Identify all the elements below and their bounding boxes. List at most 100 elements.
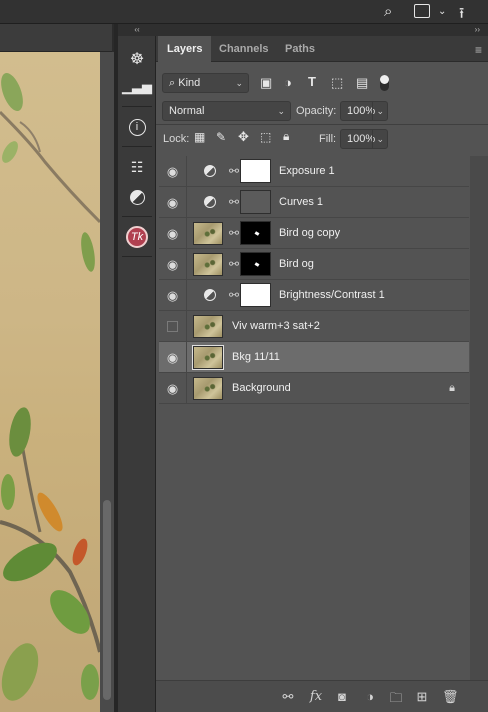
chevron-down-icon: ⌄ [235, 78, 243, 88]
layer-mask-thumbnail[interactable] [240, 221, 271, 245]
lock-move-icon[interactable]: ✥ [238, 129, 249, 145]
layer-thumbnail[interactable] [193, 315, 223, 338]
visibility-toggle-off[interactable] [159, 311, 187, 342]
adjustment-filter-icon[interactable]: ◑ [284, 75, 292, 90]
layer-name[interactable]: Bkg 11/11 [232, 342, 280, 373]
blend-mode-value: Normal [169, 105, 205, 117]
tab-paths[interactable]: Paths [276, 36, 324, 62]
layer-row[interactable]: ◉ ⚯ Curves 1 [159, 187, 469, 218]
layer-row[interactable]: Viv warm+3 sat+2 [159, 311, 469, 342]
opacity-value: 100% [347, 105, 376, 117]
properties-icon[interactable]: ☷ [123, 154, 151, 180]
trash-icon[interactable]: 🗑︎ [442, 689, 459, 705]
layer-row[interactable]: ◉ ⚯ Bird og copy [159, 218, 469, 249]
filter-kind-label: Kind [178, 77, 201, 89]
tab-channels[interactable]: Channels [210, 36, 278, 62]
workspace-icon[interactable] [414, 4, 430, 18]
type-filter-icon[interactable]: T [308, 74, 316, 89]
lock-brush-icon[interactable]: ✎ [216, 130, 226, 144]
fill-field[interactable]: 100% ⌄ [340, 129, 388, 149]
visibility-eye-icon[interactable]: ◉ [159, 187, 187, 218]
histogram-icon[interactable]: ▁▃▅ [122, 74, 152, 100]
info-icon[interactable]: i [123, 114, 151, 140]
tk-icon[interactable]: Tk [123, 224, 151, 250]
layers-action-bar: ⚯ fx ◙ ◑ 🗀︎ ⊞ 🗑︎ [156, 680, 488, 712]
fx-icon[interactable]: fx [308, 689, 324, 704]
lock-all-icon[interactable]: 🔒︎ [283, 129, 289, 144]
collapse-strip-button[interactable]: ‹‹ [118, 24, 156, 36]
chevron-down-icon[interactable]: ⌄ [372, 130, 384, 148]
link-chain-icon[interactable]: ⚯ [229, 164, 239, 178]
new-layer-icon[interactable]: ⊞ [414, 689, 430, 705]
opacity-label: Opacity: [296, 105, 337, 117]
visibility-eye-icon[interactable]: ◉ [159, 280, 187, 311]
strip-divider [122, 106, 152, 107]
search-icon[interactable]: ⌕ [384, 3, 392, 20]
layer-row[interactable]: ◉ ⚯ Exposure 1 [159, 156, 469, 187]
canvas-scroll-thumb[interactable] [103, 500, 111, 700]
visibility-eye-icon[interactable]: ◉ [159, 249, 187, 280]
folder-icon[interactable]: 🗀︎ [388, 689, 404, 711]
adjustments-icon[interactable] [123, 184, 151, 210]
layer-thumbnail[interactable] [192, 345, 224, 370]
layer-row[interactable]: ◉ Background 🔒︎ [159, 373, 469, 404]
lock-transparent-icon[interactable]: ▦ [194, 130, 205, 144]
image-canvas[interactable] [0, 52, 100, 712]
layer-thumbnail[interactable] [193, 253, 223, 276]
layer-name[interactable]: Exposure 1 [279, 156, 335, 187]
filter-kind-dropdown[interactable]: ⌕ Kind ⌄ [162, 73, 249, 93]
layers-empty-area[interactable] [156, 404, 488, 682]
adjustment-layer-icon [204, 196, 216, 208]
blend-mode-dropdown[interactable]: Normal ⌄ [162, 101, 291, 121]
canvas-photo [0, 72, 100, 701]
chevron-down-icon: ⌄ [277, 106, 285, 116]
layer-mask-thumbnail[interactable] [240, 283, 271, 307]
layer-mask-thumbnail[interactable] [240, 252, 271, 276]
layer-name[interactable]: Background [232, 373, 291, 404]
collapse-panel-button[interactable]: ›› [156, 24, 488, 36]
link-chain-icon[interactable]: ⚯ [229, 195, 239, 209]
visibility-eye-icon[interactable]: ◉ [159, 342, 187, 373]
layer-row-selected[interactable]: ◉ Bkg 11/11 [159, 342, 469, 373]
panel-menu-icon[interactable]: ≡ [475, 43, 482, 57]
document-tab-strip [0, 24, 112, 52]
canvas-scrollbar[interactable] [100, 52, 114, 712]
tab-layers[interactable]: Layers [158, 36, 212, 63]
filter-toggle[interactable] [380, 75, 389, 91]
visibility-eye-icon[interactable]: ◉ [159, 218, 187, 249]
link-chain-icon[interactable]: ⚯ [229, 226, 239, 240]
layer-row[interactable]: ◉ ⚯ Bird og [159, 249, 469, 280]
strip-divider [122, 146, 152, 147]
lock-row: Lock: ▦ ✎ ✥ ⬚ 🔒︎ Fill: 100% ⌄ [156, 128, 488, 150]
layer-mask-thumbnail[interactable] [240, 190, 271, 214]
visibility-eye-icon[interactable]: ◉ [159, 156, 187, 187]
layers-panel: ›› Layers Channels Paths ≡ ⌕ Kind ⌄ ▣ ◑ … [156, 24, 488, 712]
layer-name[interactable]: Viv warm+3 sat+2 [232, 311, 320, 342]
shape-filter-icon[interactable]: ⬚ [331, 75, 343, 91]
mask-icon[interactable]: ◙ [334, 689, 350, 704]
link-icon[interactable]: ⚯ [280, 689, 296, 705]
chevron-down-icon[interactable]: ⌄ [438, 6, 446, 17]
pixel-filter-icon[interactable]: ▣ [260, 75, 272, 91]
link-chain-icon[interactable]: ⚯ [229, 288, 239, 302]
layer-name[interactable]: Bird og [279, 249, 314, 280]
layer-name[interactable]: Curves 1 [279, 187, 323, 218]
layer-name[interactable]: Brightness/Contrast 1 [279, 280, 385, 311]
chevron-down-icon[interactable]: ⌄ [372, 102, 384, 120]
link-chain-icon[interactable]: ⚯ [229, 257, 239, 271]
visibility-eye-icon[interactable]: ◉ [159, 373, 187, 404]
layer-row[interactable]: ◉ ⚯ Brightness/Contrast 1 [159, 280, 469, 311]
divider [156, 124, 488, 125]
lock-artboard-icon[interactable]: ⬚ [260, 130, 271, 144]
layer-thumbnail[interactable] [193, 222, 223, 245]
smart-object-filter-icon[interactable]: ▤ [356, 75, 368, 91]
layer-thumbnail[interactable] [193, 377, 223, 400]
navigator-icon[interactable]: ☸ [123, 46, 151, 72]
lock-icon[interactable]: 🔒︎ [449, 382, 455, 395]
layer-name[interactable]: Bird og copy [279, 218, 340, 249]
adjustment-layer-icon [204, 289, 216, 301]
opacity-field[interactable]: 100% ⌄ [340, 101, 388, 121]
layers-scrollbar[interactable] [470, 156, 488, 680]
layer-mask-thumbnail[interactable] [240, 159, 271, 183]
adjustment-icon[interactable]: ◑ [362, 689, 378, 704]
